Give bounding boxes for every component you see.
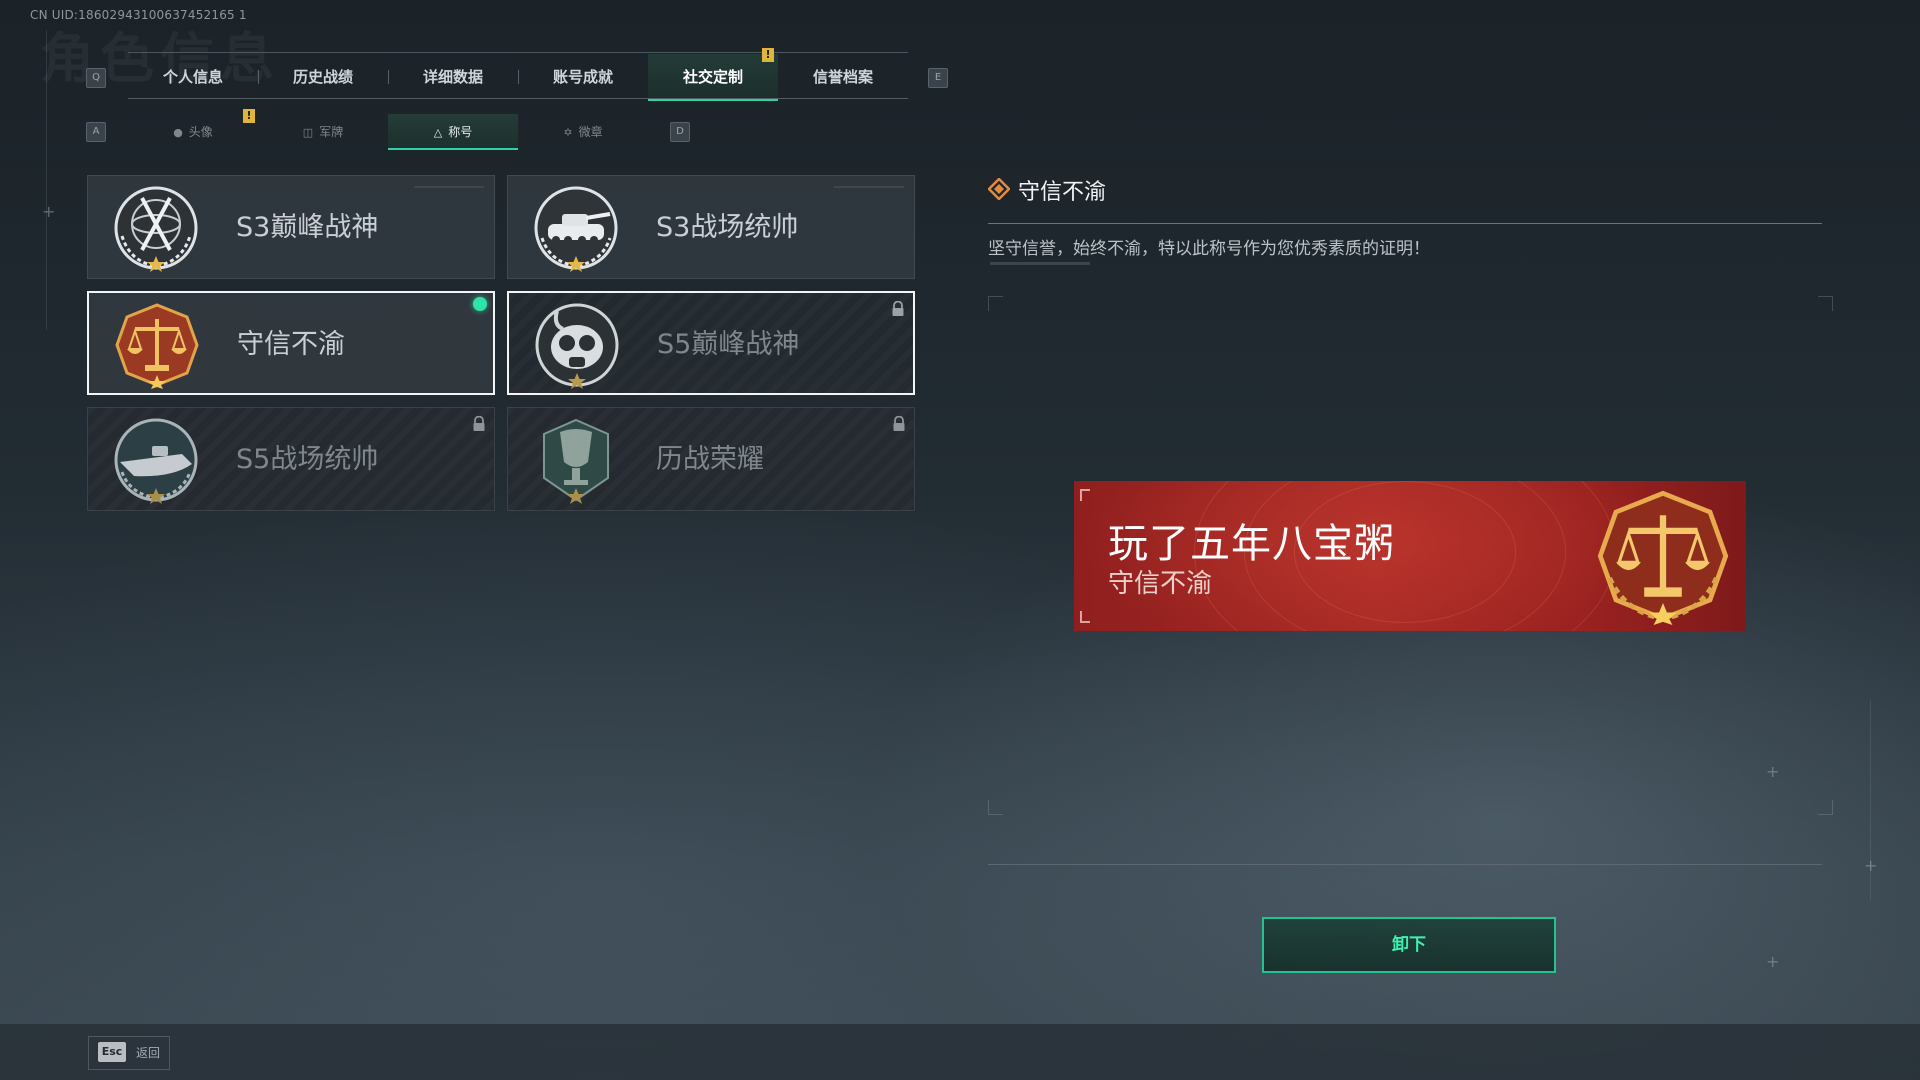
- detail-description: 坚守信誉，始终不渝，特以此称号作为您优秀素质的证明！: [988, 239, 1430, 259]
- title-card[interactable]: S3巅峰战神: [87, 175, 495, 279]
- subtab-dogtag[interactable]: ◫ 军牌: [258, 114, 388, 150]
- tabs-divider-bottom: [128, 98, 908, 99]
- subtab-alert-badge: !: [243, 109, 255, 123]
- tab-achievements[interactable]: 账号成就: [518, 54, 648, 98]
- prev-tab-key[interactable]: Q: [86, 68, 106, 88]
- title-label: 历战荣耀: [656, 444, 764, 475]
- title-card-locked[interactable]: S5战场统帅: [87, 407, 495, 511]
- tab-social-custom[interactable]: 社交定制: [648, 54, 778, 101]
- deco-plus-icon: +: [1864, 856, 1878, 875]
- boat-emblem-icon: [114, 418, 198, 504]
- detail-divider: [988, 223, 1822, 224]
- esc-key: Esc: [98, 1042, 126, 1062]
- title-label: S3巅峰战神: [236, 212, 379, 243]
- title-card-locked[interactable]: 历战荣耀: [507, 407, 915, 511]
- detail-title: 守信不渝: [1018, 180, 1107, 205]
- footer-bar: [0, 1024, 1920, 1080]
- person-icon: ●: [173, 126, 183, 139]
- subtab-dogtag-label: 军牌: [319, 125, 344, 139]
- back-label: 返回: [136, 1046, 161, 1060]
- deco-plus-icon: +: [1766, 762, 1780, 781]
- banner-bracket: [1080, 489, 1090, 501]
- subtab-avatar-label: 头像: [188, 125, 213, 139]
- next-subtab-key[interactable]: D: [670, 122, 690, 142]
- title-card[interactable]: S3战场统帅: [507, 175, 915, 279]
- justice-scales-emblem-icon: [1597, 490, 1729, 625]
- next-tab-key[interactable]: E: [928, 68, 948, 88]
- panel-corner: [1818, 296, 1833, 311]
- title-diamond-icon: [988, 178, 1010, 200]
- unequip-button[interactable]: 卸下: [1262, 917, 1556, 973]
- lock-icon: [893, 416, 905, 431]
- deco-plus-icon: +: [1766, 952, 1780, 971]
- subtab-badge-label: 微章: [578, 125, 603, 139]
- subtab-title[interactable]: △ 称号: [388, 114, 518, 150]
- tab-credit-record[interactable]: 信誉档案: [778, 54, 908, 98]
- deco-frame-line: [46, 30, 47, 330]
- gas-mask-emblem-icon: [535, 303, 619, 389]
- equipped-indicator-dot: [473, 297, 487, 311]
- title-triangle-icon: △: [433, 126, 443, 139]
- trophy-emblem-icon: [543, 418, 609, 504]
- title-label: S5巅峰战神: [657, 329, 800, 360]
- banner-title: 守信不渝: [1108, 569, 1213, 599]
- deco-plus-icon: +: [42, 202, 56, 221]
- card-microtext: [834, 186, 904, 188]
- lock-icon: [892, 301, 904, 316]
- banner-bracket: [1080, 611, 1090, 623]
- dogtag-icon: ◫: [302, 126, 314, 139]
- tab-alert-badge: !: [762, 48, 774, 62]
- tab-battle-history[interactable]: 历史战绩: [258, 54, 388, 98]
- card-microtext: [414, 186, 484, 188]
- subtab-avatar[interactable]: ● 头像: [128, 114, 258, 150]
- panel-corner: [988, 296, 1003, 311]
- badge-wing-icon: ✡: [563, 126, 573, 139]
- title-banner-preview: 玩了五年八宝粥 守信不渝: [1074, 481, 1746, 631]
- tab-personal-info[interactable]: 个人信息: [128, 54, 258, 98]
- scales-globe-emblem-icon: [114, 186, 198, 272]
- uid-text: CN UID:18602943100637452165 1: [30, 8, 247, 22]
- title-label: S3战场统帅: [656, 212, 799, 243]
- prev-subtab-key[interactable]: A: [86, 122, 106, 142]
- panel-corner: [1818, 800, 1833, 815]
- panel-corner: [988, 800, 1003, 815]
- main-tabs: 个人信息 历史战绩 详细数据 账号成就 社交定制 信誉档案: [128, 54, 908, 101]
- title-label: S5战场统帅: [236, 444, 379, 475]
- subtab-badge[interactable]: ✡ 微章: [518, 114, 648, 150]
- banner-player-name: 玩了五年八宝粥: [1108, 521, 1395, 567]
- title-card-selected[interactable]: 守信不渝: [87, 291, 495, 395]
- tab-detailed-data[interactable]: 详细数据: [388, 54, 518, 98]
- desc-underline: [990, 262, 1090, 265]
- tabs-divider-top: [128, 52, 908, 53]
- subtab-title-label: 称号: [448, 125, 473, 139]
- tank-emblem-icon: [534, 186, 618, 272]
- lock-icon: [473, 416, 485, 431]
- title-label: 守信不渝: [237, 329, 345, 360]
- panel-divider-bottom: [988, 864, 1822, 865]
- justice-scales-emblem-icon: [115, 303, 199, 389]
- title-card-locked[interactable]: S5巅峰战神: [507, 291, 915, 395]
